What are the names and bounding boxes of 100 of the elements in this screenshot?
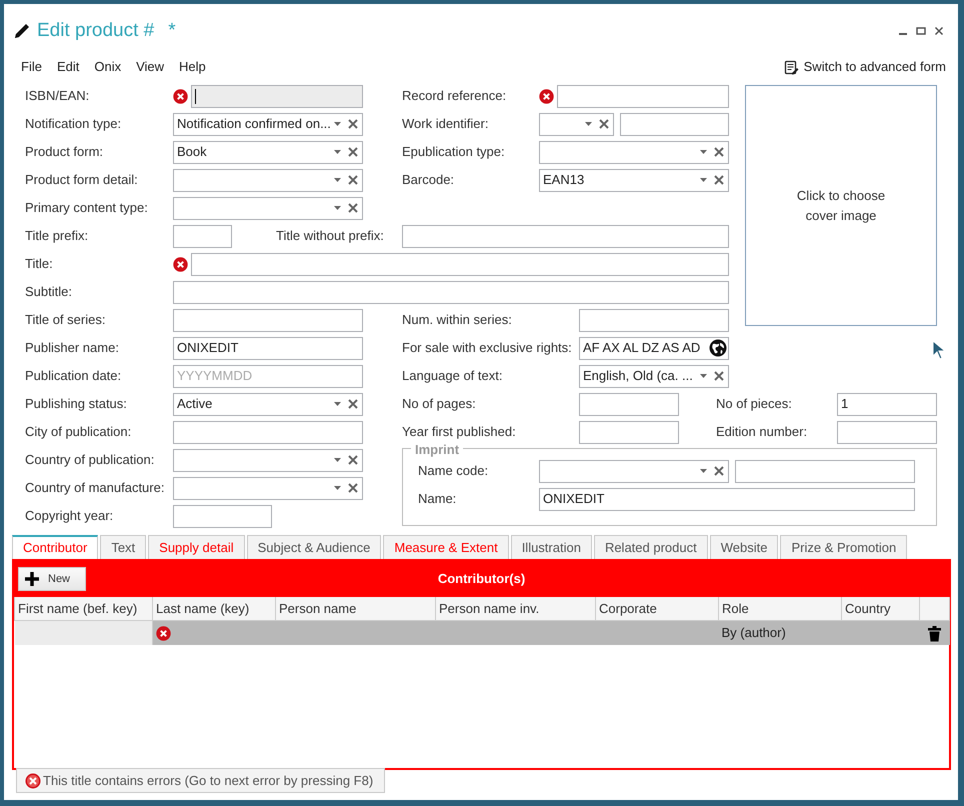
field-label: Subtitle:: [25, 283, 73, 302]
globe-icon[interactable]: [709, 339, 727, 357]
field-label: No of pages:: [402, 395, 477, 414]
dropdown-field[interactable]: [539, 140, 729, 164]
menu-item[interactable]: Edit: [56, 57, 80, 77]
caret-icon[interactable]: [699, 176, 708, 184]
clear-icon[interactable]: [347, 455, 359, 465]
field-label: Barcode:: [402, 171, 456, 190]
text-field[interactable]: 1: [837, 392, 937, 416]
field-label: ISBN/EAN:: [25, 87, 90, 106]
field-label: Title without prefix:: [276, 227, 385, 246]
error-status-button[interactable]: This title contains errors (Go to next error by pressing F8): [16, 768, 385, 793]
tab[interactable]: Prize & Promotion: [780, 535, 908, 559]
text-field[interactable]: [579, 420, 679, 444]
caret-icon[interactable]: [333, 456, 342, 464]
text-field[interactable]: [173, 308, 363, 332]
row-header-cell[interactable]: [14, 620, 152, 645]
tab[interactable]: Website: [710, 535, 778, 559]
clear-icon[interactable]: [347, 203, 359, 213]
caret-icon[interactable]: [584, 120, 593, 128]
tab[interactable]: Measure & Extent: [383, 535, 509, 559]
tab[interactable]: Text: [100, 535, 146, 559]
field-label: Edition number:: [716, 423, 808, 442]
tab[interactable]: Supply detail: [148, 535, 245, 559]
text-field[interactable]: [173, 420, 363, 444]
column-header[interactable]: Country: [842, 597, 920, 620]
clear-icon[interactable]: [598, 119, 610, 129]
tab[interactable]: Subject & Audience: [246, 535, 382, 559]
column-header[interactable]: Last name (key): [152, 597, 276, 620]
text-field[interactable]: [579, 308, 729, 332]
dropdown-field[interactable]: [173, 196, 363, 220]
clear-icon[interactable]: [347, 483, 359, 493]
caret-icon[interactable]: [699, 148, 708, 156]
caret-icon[interactable]: [333, 484, 342, 492]
caret-icon[interactable]: [333, 176, 342, 184]
close-icon[interactable]: [934, 26, 944, 36]
dropdown-field[interactable]: Book: [173, 140, 363, 164]
column-header[interactable]: Person name inv.: [436, 597, 596, 620]
dropdown-field[interactable]: [173, 168, 363, 192]
clear-icon[interactable]: [713, 175, 725, 185]
clear-icon[interactable]: [347, 147, 359, 157]
text-field[interactable]: ONIXEDIT: [173, 336, 363, 360]
modified-mark: *: [168, 18, 176, 43]
menu-item[interactable]: Onix: [94, 57, 122, 77]
caret-icon[interactable]: [333, 204, 342, 212]
menu-item[interactable]: View: [136, 57, 164, 77]
tab[interactable]: Illustration: [510, 535, 592, 559]
text-field[interactable]: [402, 224, 729, 248]
text-field[interactable]: [620, 112, 729, 136]
clear-icon[interactable]: [347, 119, 359, 129]
dropdown-field[interactable]: [173, 448, 363, 472]
text-field[interactable]: [173, 280, 729, 304]
text-field[interactable]: [837, 420, 937, 444]
clear-icon[interactable]: [713, 371, 725, 381]
caret-icon[interactable]: [333, 400, 342, 408]
clear-icon[interactable]: [347, 399, 359, 409]
text-field[interactable]: [579, 392, 679, 416]
text-field[interactable]: [191, 252, 729, 276]
dropdown-field[interactable]: English, Old (ca. ...: [579, 364, 729, 388]
text-field[interactable]: [735, 460, 915, 482]
trash-icon[interactable]: [928, 626, 941, 642]
caret-icon[interactable]: [333, 148, 342, 156]
clear-icon[interactable]: [713, 147, 725, 157]
field-label: Country of manufacture:: [25, 479, 166, 498]
dropdown-field[interactable]: Notification confirmed on...: [173, 112, 363, 136]
dropdown-field[interactable]: [539, 112, 614, 136]
table-row[interactable]: By (author): [14, 620, 950, 645]
maximize-icon[interactable]: [916, 26, 926, 36]
text-field[interactable]: [557, 84, 729, 108]
text-field[interactable]: [173, 224, 232, 248]
dropdown-field[interactable]: [173, 476, 363, 500]
dropdown-field[interactable]: [539, 460, 729, 482]
caret-icon[interactable]: [333, 120, 342, 128]
advanced-form-link[interactable]: Switch to advanced form: [784, 57, 946, 77]
column-header[interactable]: Corporate: [596, 597, 718, 620]
form-icon: [784, 60, 799, 74]
clear-icon[interactable]: [347, 175, 359, 185]
field-label: Title prefix:: [25, 227, 90, 246]
caret-icon[interactable]: [699, 467, 708, 475]
text-field[interactable]: ONIXEDIT: [539, 488, 915, 510]
text-field[interactable]: [173, 504, 272, 528]
field-label: Year first published:: [402, 423, 517, 442]
field-label: Title:: [25, 255, 54, 274]
dropdown-field[interactable]: EAN13: [539, 168, 729, 192]
menu-item[interactable]: Help: [179, 57, 206, 77]
countries-field[interactable]: AF AX AL DZ AS AD: [579, 336, 729, 360]
cover-image-button[interactable]: Click to choose cover image: [745, 85, 937, 326]
field-label: Record reference:: [402, 87, 508, 106]
column-header[interactable]: Role: [718, 597, 842, 620]
dropdown-field[interactable]: Active: [173, 392, 363, 416]
new-button[interactable]: New: [18, 567, 86, 591]
column-header[interactable]: Person name: [276, 597, 436, 620]
menu-item[interactable]: File: [21, 57, 42, 77]
field-label: Country of publication:: [25, 451, 156, 470]
tab[interactable]: Contributor: [12, 535, 98, 559]
text-field[interactable]: [191, 84, 363, 108]
caret-icon[interactable]: [699, 372, 708, 380]
clear-icon[interactable]: [713, 466, 725, 476]
column-header[interactable]: First name (bef. key): [14, 597, 152, 620]
tab[interactable]: Related product: [594, 535, 708, 559]
